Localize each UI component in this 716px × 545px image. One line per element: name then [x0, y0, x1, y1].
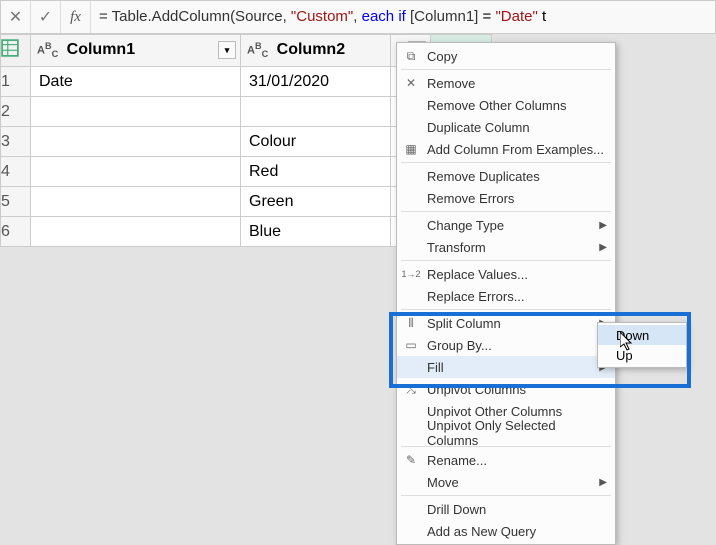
- cell[interactable]: Red: [241, 157, 391, 187]
- column-header-column1[interactable]: ABC Column1 ▾: [31, 35, 241, 67]
- column-name: Column2: [277, 41, 345, 58]
- chevron-right-icon: ▶: [599, 477, 607, 488]
- submenu-fill-up[interactable]: Up: [598, 345, 686, 365]
- formula-fn: Table.AddColumn: [112, 8, 230, 25]
- rename-icon: ✎: [403, 452, 419, 468]
- row-header[interactable]: 4: [1, 157, 31, 187]
- menu-remove-duplicates[interactable]: Remove Duplicates: [397, 165, 615, 187]
- row-header[interactable]: 1: [1, 67, 31, 97]
- select-all-corner[interactable]: [1, 35, 31, 67]
- cell[interactable]: Date: [31, 67, 241, 97]
- menu-separator: [401, 495, 611, 496]
- row-header[interactable]: 2: [1, 97, 31, 127]
- menu-drill-down[interactable]: Drill Down: [397, 498, 615, 520]
- cell[interactable]: Blue: [241, 217, 391, 247]
- accept-formula-button[interactable]: ✓: [31, 1, 61, 33]
- cell[interactable]: 31/01/2020: [241, 67, 391, 97]
- menu-separator: [401, 309, 611, 310]
- cell[interactable]: Green: [241, 187, 391, 217]
- submenu-fill-down[interactable]: Down: [598, 325, 686, 345]
- column-context-menu: ⧉Copy ✕Remove Remove Other Columns Dupli…: [396, 42, 616, 545]
- menu-add-as-new-query[interactable]: Add as New Query: [397, 520, 615, 542]
- cell[interactable]: [31, 187, 241, 217]
- menu-remove[interactable]: ✕Remove: [397, 72, 615, 94]
- row-header[interactable]: 6: [1, 217, 31, 247]
- formula-input[interactable]: = Table.AddColumn(Source, "Custom", each…: [91, 8, 715, 26]
- column-filter-dropdown[interactable]: ▾: [218, 41, 236, 59]
- cell[interactable]: [31, 217, 241, 247]
- chevron-right-icon: ▶: [599, 220, 607, 231]
- menu-remove-other-columns[interactable]: Remove Other Columns: [397, 94, 615, 116]
- unpivot-icon: ⤭: [403, 381, 419, 397]
- menu-unpivot-only-selected[interactable]: Unpivot Only Selected Columns: [397, 422, 615, 444]
- column-name: Column1: [67, 41, 135, 58]
- copy-icon: ⧉: [403, 48, 419, 64]
- menu-transform[interactable]: Transform▶: [397, 236, 615, 258]
- cell[interactable]: Colour: [241, 127, 391, 157]
- menu-duplicate-column[interactable]: Duplicate Column: [397, 116, 615, 138]
- menu-unpivot-columns[interactable]: ⤭Unpivot Columns: [397, 378, 615, 400]
- menu-replace-values[interactable]: 1→2Replace Values...: [397, 263, 615, 285]
- menu-copy[interactable]: ⧉Copy: [397, 45, 615, 67]
- menu-change-type[interactable]: Change Type▶: [397, 214, 615, 236]
- table-icon: [1, 39, 19, 57]
- group-icon: ▭: [403, 337, 419, 353]
- cell[interactable]: [31, 127, 241, 157]
- menu-split-column[interactable]: ⦀Split Column▶: [397, 312, 615, 334]
- fx-icon[interactable]: fx: [61, 1, 91, 33]
- menu-group-by[interactable]: ▭Group By...: [397, 334, 615, 356]
- fill-submenu: Down Up: [597, 322, 687, 368]
- menu-separator: [401, 211, 611, 212]
- row-header[interactable]: 3: [1, 127, 31, 157]
- cell[interactable]: [31, 157, 241, 187]
- menu-separator: [401, 69, 611, 70]
- type-text-icon: ABC: [247, 41, 268, 59]
- column-header-column2[interactable]: ABC Column2: [241, 35, 391, 67]
- examples-icon: ▦: [403, 141, 419, 157]
- chevron-right-icon: ▶: [599, 242, 607, 253]
- menu-fill[interactable]: Fill▶: [397, 356, 615, 378]
- formula-bar: ✕ ✓ fx = Table.AddColumn(Source, "Custom…: [0, 0, 716, 34]
- menu-move[interactable]: Move▶: [397, 471, 615, 493]
- menu-remove-errors[interactable]: Remove Errors: [397, 187, 615, 209]
- row-header[interactable]: 5: [1, 187, 31, 217]
- cell[interactable]: [241, 97, 391, 127]
- replace-icon: 1→2: [403, 266, 419, 282]
- formula-eq: =: [99, 8, 112, 25]
- type-text-icon: ABC: [37, 41, 58, 59]
- cell[interactable]: [31, 97, 241, 127]
- menu-rename[interactable]: ✎Rename...: [397, 449, 615, 471]
- menu-separator: [401, 260, 611, 261]
- split-icon: ⦀: [403, 315, 419, 331]
- remove-icon: ✕: [403, 75, 419, 91]
- menu-separator: [401, 162, 611, 163]
- menu-add-column-from-examples[interactable]: ▦Add Column From Examples...: [397, 138, 615, 160]
- menu-replace-errors[interactable]: Replace Errors...: [397, 285, 615, 307]
- cancel-formula-button[interactable]: ✕: [1, 1, 31, 33]
